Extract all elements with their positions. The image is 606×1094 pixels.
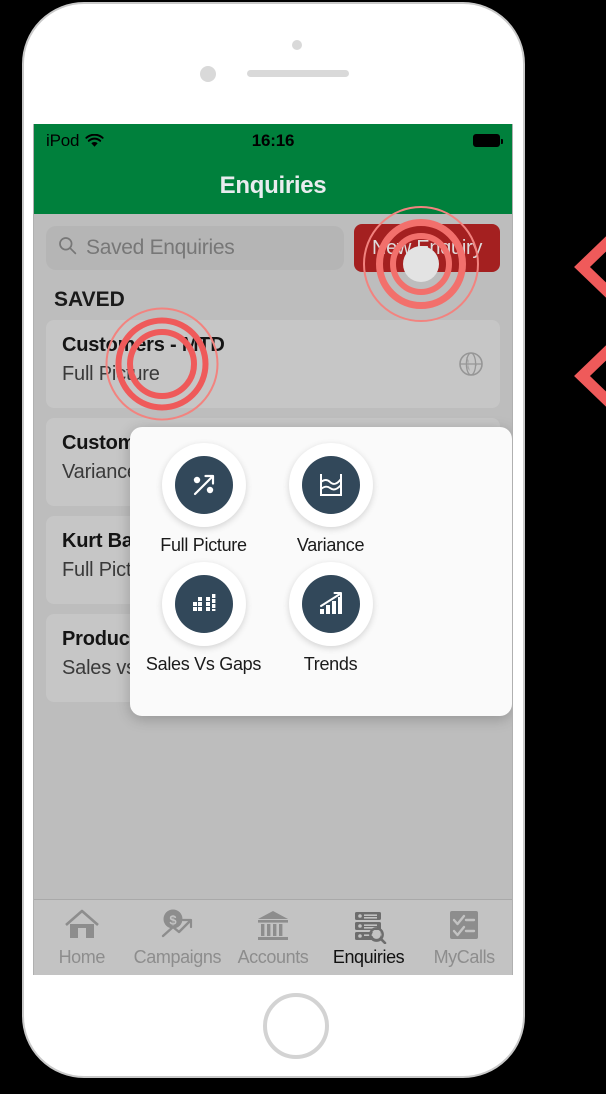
menu-item-label: Trends bbox=[303, 654, 358, 674]
tab-campaigns[interactable]: $ Campaigns bbox=[130, 906, 226, 968]
battery-full-icon bbox=[473, 134, 503, 147]
tab-label: Home bbox=[58, 947, 106, 967]
tab-home[interactable]: Home bbox=[34, 906, 130, 968]
earpiece-speaker bbox=[247, 70, 349, 77]
tab-label: Accounts bbox=[237, 947, 309, 967]
accounts-icon bbox=[253, 906, 293, 944]
mycalls-icon bbox=[444, 906, 484, 944]
chevron-left-icon-top bbox=[574, 236, 606, 298]
enquiries-icon bbox=[349, 906, 389, 944]
list-item-title: Customers - MTD bbox=[62, 334, 225, 356]
menu-bubble bbox=[288, 443, 373, 527]
tab-label: MyCalls bbox=[433, 947, 496, 967]
menu-item-trends[interactable]: Trends bbox=[267, 562, 394, 675]
menu-item-variance[interactable]: Variance bbox=[267, 443, 394, 556]
menu-item-label: Variance bbox=[296, 535, 365, 555]
bar-compare-icon bbox=[174, 575, 233, 633]
new-enquiry-button[interactable]: New Enquiry bbox=[354, 224, 500, 272]
list-item-subtitle: Full Picture bbox=[62, 363, 160, 385]
tab-label: Campaigns bbox=[133, 947, 222, 967]
home-button[interactable] bbox=[263, 993, 329, 1059]
tab-enquiries[interactable]: Enquiries bbox=[321, 906, 417, 968]
menu-item-label: Sales Vs Gaps bbox=[145, 654, 262, 674]
front-camera bbox=[200, 66, 216, 82]
popup-menu-grid: Full Picture Variance Sales Vs Gaps Tren… bbox=[140, 443, 502, 681]
search-input[interactable]: Saved Enquiries bbox=[46, 226, 344, 270]
bar-growth-icon bbox=[301, 575, 360, 633]
tab-mycalls[interactable]: MyCalls bbox=[416, 906, 512, 968]
menu-bubble bbox=[161, 443, 246, 527]
globe-icon[interactable] bbox=[458, 351, 484, 377]
search-icon bbox=[58, 236, 77, 260]
status-bar: iPod 16:16 bbox=[34, 124, 512, 157]
scatter-trend-icon bbox=[174, 456, 233, 514]
status-bar-right bbox=[473, 134, 503, 147]
menu-item-full-picture[interactable]: Full Picture bbox=[140, 443, 267, 556]
tab-accounts[interactable]: Accounts bbox=[225, 906, 321, 968]
list-item[interactable]: Customers - MTD Full Picture bbox=[46, 320, 500, 408]
tab-label: Enquiries bbox=[332, 947, 405, 967]
device-screen: iPod 16:16 Enquiries Saved Enquiries New… bbox=[33, 124, 513, 975]
svg-text:$: $ bbox=[170, 913, 178, 928]
new-enquiry-popup-menu: Full Picture Variance Sales Vs Gaps Tren… bbox=[130, 427, 512, 716]
menu-bubble bbox=[161, 562, 246, 646]
area-lines-icon bbox=[301, 456, 360, 514]
bottom-tab-bar: Home $ Campaigns Accounts Enquiries MyCa… bbox=[34, 899, 512, 975]
menu-item-label: Full Picture bbox=[160, 535, 247, 555]
chevron-left-icon-bottom bbox=[574, 345, 606, 407]
saved-section-header: SAVED bbox=[54, 288, 125, 311]
page-title: Enquiries bbox=[219, 171, 327, 199]
menu-item-sales-vs-gaps[interactable]: Sales Vs Gaps bbox=[140, 562, 267, 675]
campaigns-icon: $ bbox=[157, 906, 197, 944]
search-placeholder: Saved Enquiries bbox=[86, 236, 235, 259]
nav-bar: Enquiries bbox=[34, 157, 512, 214]
menu-bubble bbox=[288, 562, 373, 646]
status-bar-clock: 16:16 bbox=[251, 130, 295, 150]
screenshot-stage: iPod 16:16 Enquiries Saved Enquiries New… bbox=[0, 0, 606, 1094]
proximity-sensor bbox=[292, 40, 302, 50]
home-icon bbox=[62, 906, 102, 944]
search-row: Saved Enquiries New Enquiry bbox=[34, 214, 512, 282]
